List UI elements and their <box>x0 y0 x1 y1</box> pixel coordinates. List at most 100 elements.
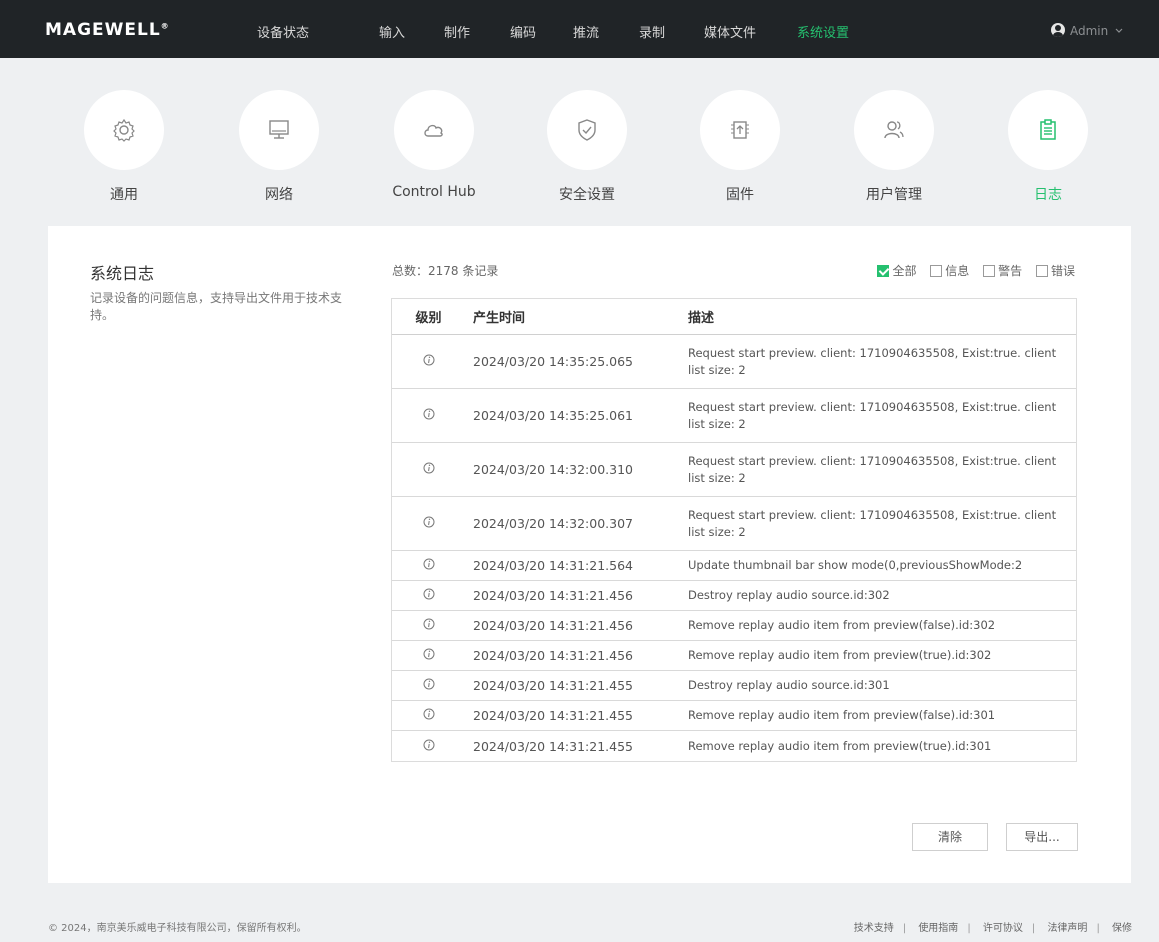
category-circle <box>1008 90 1088 170</box>
time-cell: 2024/03/20 14:32:00.310 <box>473 462 633 477</box>
section-title: 系统日志 <box>90 264 155 283</box>
column-header-level: 级别 <box>415 311 442 326</box>
description-cell: Remove replay audio item from preview(fa… <box>688 618 996 632</box>
footer-link-license[interactable]: 许可协议 <box>983 923 1023 934</box>
category-network[interactable]: 网络 <box>209 90 349 204</box>
level-cell <box>392 648 465 663</box>
time-cell: 2024/03/20 14:31:21.456 <box>473 588 633 603</box>
brand-logo[interactable]: MAGEWELL® <box>45 20 170 40</box>
info-icon <box>423 739 435 751</box>
users-icon <box>884 121 904 139</box>
category-label: 通用 <box>110 187 138 203</box>
copyright-text: © 2024，南京美乐威电子科技有限公司，保留所有权利。 <box>48 923 307 934</box>
table-row: 2024/03/20 14:31:21.456 Remove replay aud… <box>392 611 1076 641</box>
category-label: 安全设置 <box>559 187 615 203</box>
nav-media-files[interactable]: 媒体文件 <box>704 22 756 41</box>
description-cell: Request start preview. client: 171090463… <box>688 399 1057 431</box>
description-cell: Update thumbnail bar show mode(0,previou… <box>688 558 1023 572</box>
section-description: 记录设备的问题信息，支持导出文件用于技术支持。 <box>90 291 343 322</box>
category-user-management[interactable]: 用户管理 <box>824 90 964 204</box>
filter-all[interactable]: 全部 <box>877 262 916 279</box>
category-logs[interactable]: 日志 <box>978 90 1118 204</box>
log-total-count: 总数：2178 条记录 <box>392 264 499 278</box>
checkbox-icon[interactable] <box>1035 265 1048 277</box>
info-icon <box>423 354 435 366</box>
time-cell: 2024/03/20 14:31:21.564 <box>473 558 633 573</box>
filter-error[interactable]: 错误 <box>1035 262 1075 279</box>
table-row: 2024/03/20 14:32:00.310 Request start pre… <box>392 443 1076 497</box>
table-row: 2024/03/20 14:31:21.456 Remove replay aud… <box>392 641 1076 671</box>
category-firmware[interactable]: 固件 <box>670 90 810 204</box>
user-avatar-icon <box>1051 23 1065 37</box>
filter-warning[interactable]: 警告 <box>983 262 1022 279</box>
description-cell: Destroy replay audio source.id:302 <box>688 588 890 602</box>
log-level-filters: 全部 信息 警告 错误 <box>867 262 1075 279</box>
table-row: 2024/03/20 14:35:25.061 Request start pre… <box>392 389 1076 443</box>
level-cell <box>392 618 465 633</box>
nav-encoding[interactable]: 编码 <box>510 22 536 41</box>
category-general[interactable]: 通用 <box>54 90 194 204</box>
export-button[interactable]: 导出... <box>1006 823 1078 851</box>
nav-recording[interactable]: 录制 <box>639 22 665 41</box>
level-cell <box>392 354 465 369</box>
nav-streaming[interactable]: 推流 <box>573 22 599 41</box>
table-row: 2024/03/20 14:31:21.456 Destroy replay au… <box>392 581 1076 611</box>
monitor-icon <box>269 120 289 139</box>
info-icon <box>423 408 435 420</box>
time-cell: 2024/03/20 14:35:25.061 <box>473 408 633 423</box>
info-icon <box>423 462 435 474</box>
clear-button[interactable]: 清除 <box>912 823 988 851</box>
nav-system-settings[interactable]: 系统设置 <box>797 22 849 41</box>
category-circle <box>84 90 164 170</box>
info-icon <box>423 558 435 570</box>
category-label: 日志 <box>1034 187 1062 203</box>
category-security[interactable]: 安全设置 <box>517 90 657 204</box>
footer-link-user-guide[interactable]: 使用指南 <box>918 923 958 934</box>
nav-input[interactable]: 输入 <box>379 22 405 41</box>
level-cell <box>392 408 465 423</box>
clipboard-icon <box>1040 119 1056 140</box>
footer-separator: | <box>902 923 907 934</box>
filter-label: 警告 <box>998 264 1023 278</box>
level-cell <box>392 462 465 477</box>
checkbox-checked-icon[interactable] <box>877 265 890 277</box>
table-row: 2024/03/20 14:35:25.065 Request start pre… <box>392 335 1076 389</box>
checkbox-icon[interactable] <box>930 265 943 277</box>
level-cell <box>392 708 465 723</box>
gear-icon <box>113 118 135 142</box>
info-icon <box>423 678 435 690</box>
category-label: 固件 <box>726 187 754 203</box>
category-label: 用户管理 <box>866 187 922 203</box>
nav-production[interactable]: 制作 <box>444 22 470 41</box>
level-cell <box>392 558 465 573</box>
table-row: 2024/03/20 14:31:21.455 Remove replay aud… <box>392 701 1076 731</box>
category-circle <box>547 90 627 170</box>
filter-label: 信息 <box>945 264 970 278</box>
table-row: 2024/03/20 14:31:21.455 Destroy replay au… <box>392 671 1076 701</box>
time-cell: 2024/03/20 14:31:21.455 <box>473 708 633 723</box>
log-panel: 系统日志 记录设备的问题信息，支持导出文件用于技术支持。 总数：2178 条记录… <box>48 226 1131 883</box>
footer-link-warranty[interactable]: 保修 <box>1112 923 1132 934</box>
table-row: 2024/03/20 14:31:21.455 Remove replay aud… <box>392 731 1076 761</box>
table-row: 2024/03/20 14:31:21.564 Update thumbnail … <box>392 551 1076 581</box>
footer-link-legal[interactable]: 法律声明 <box>1047 923 1087 934</box>
filter-info[interactable]: 信息 <box>930 262 969 279</box>
description-cell: Destroy replay audio source.id:301 <box>688 678 890 692</box>
cloud-icon <box>424 124 443 137</box>
chevron-down-icon <box>1115 28 1123 33</box>
footer-link-tech-support[interactable]: 技术支持 <box>854 923 894 934</box>
category-label: 网络 <box>265 187 293 203</box>
time-cell: 2024/03/20 14:31:21.456 <box>473 618 633 633</box>
table-header: 级别 产生时间 描述 <box>392 299 1076 335</box>
user-menu[interactable]: Admin <box>1051 23 1123 38</box>
footer-links: 技术支持 | 使用指南 | 许可协议 | 法律声明 | 保修 <box>854 919 1132 934</box>
category-circle <box>700 90 780 170</box>
top-navbar: MAGEWELL® 设备状态 输入 制作 编码 推流 录制 媒体文件 系统设置 … <box>0 0 1159 58</box>
nav-device-status[interactable]: 设备状态 <box>257 22 309 41</box>
filter-label: 全部 <box>892 264 917 278</box>
category-control-hub[interactable]: Control Hub <box>364 90 504 200</box>
info-icon <box>423 588 435 600</box>
checkbox-icon[interactable] <box>983 265 996 277</box>
info-icon <box>423 516 435 528</box>
description-cell: Request start preview. client: 171090463… <box>688 507 1057 539</box>
